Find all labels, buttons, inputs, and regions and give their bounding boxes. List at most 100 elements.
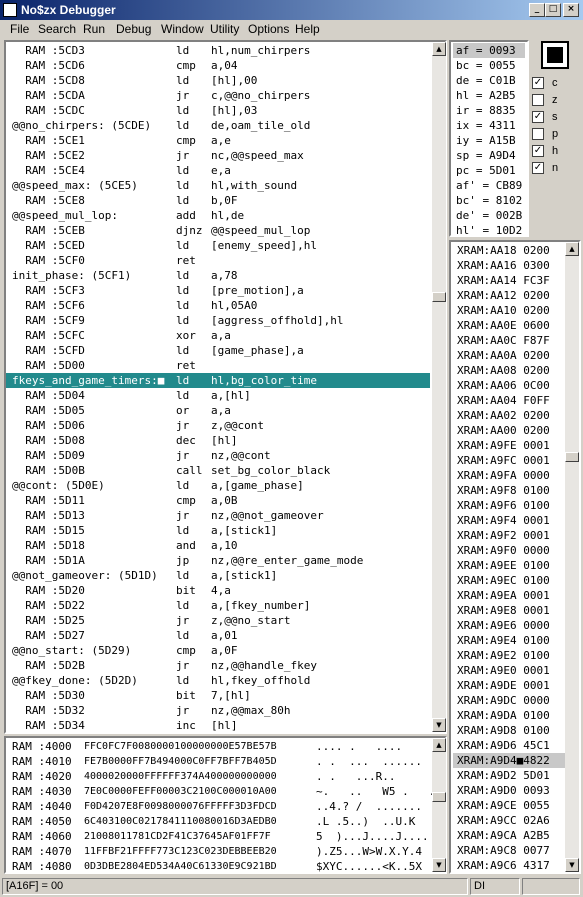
- stack-pane[interactable]: XRAM:AA18 0200 XRAM:AA16 0300 XRAM:AA14 FC…: [449, 240, 581, 874]
- disasm-row[interactable]: RAM :5CE1 cmp a,e: [6, 133, 430, 148]
- stack-entry[interactable]: XRAM:A9F0 0000: [453, 543, 565, 558]
- disasm-row[interactable]: RAM :5CE2 jr nc,@@speed_max: [6, 148, 430, 163]
- disasm-row[interactable]: @@cont: (5D0E) ld a,[game_phase]: [6, 478, 430, 493]
- stack-entry[interactable]: XRAM:A9EC 0100: [453, 573, 565, 588]
- disasm-row[interactable]: RAM :5D04 ld a,[hl]: [6, 388, 430, 403]
- hexdump-row[interactable]: RAM :4020 4000020000FFFFFF374A40000000000…: [6, 769, 430, 784]
- stack-entry[interactable]: XRAM:A9CE 0055: [453, 798, 565, 813]
- stack-entry[interactable]: XRAM:A9C6 4317: [453, 858, 565, 872]
- scroll-up-arrow-icon[interactable]: ▲: [565, 242, 579, 256]
- stack-entry[interactable]: XRAM:A9DC 0000: [453, 693, 565, 708]
- disasm-row[interactable]: RAM :5D2B jr nz,@@handle_fkey: [6, 658, 430, 673]
- close-button[interactable]: ×: [563, 3, 579, 17]
- menu-debug[interactable]: Debug: [116, 20, 151, 39]
- flag-checkbox[interactable]: ✓: [532, 162, 544, 174]
- disasm-row[interactable]: RAM :5CDA jr c,@@no_chirpers: [6, 88, 430, 103]
- menu-run[interactable]: Run: [83, 20, 105, 39]
- disasm-row[interactable]: RAM :5D34 inc [hl]: [6, 718, 430, 732]
- stack-entry[interactable]: XRAM:A9F6 0100: [453, 498, 565, 513]
- disasm-row[interactable]: RAM :5CF9 ld [aggress_offhold],hl: [6, 313, 430, 328]
- disassembly-pane[interactable]: RAM :5CD3 ld hl,num_chirpers RAM :5CD6 cmp a…: [4, 40, 447, 734]
- disasm-row[interactable]: RAM :5CF0 ret: [6, 253, 430, 268]
- menu-utility[interactable]: Utility: [210, 20, 239, 39]
- stack-entry[interactable]: XRAM:A9EE 0100: [453, 558, 565, 573]
- disasm-row[interactable]: RAM :5CD8 ld [hl],00: [6, 73, 430, 88]
- disasm-row[interactable]: init_phase: (5CF1) ld a,78: [6, 268, 430, 283]
- flag-checkbox[interactable]: ✓: [532, 111, 544, 123]
- disasm-row[interactable]: RAM :5CDC ld [hl],03: [6, 103, 430, 118]
- minimize-button[interactable]: _: [529, 3, 545, 17]
- disasm-row[interactable]: RAM :5CFD ld [game_phase],a: [6, 343, 430, 358]
- register-value[interactable]: hl = A2B5: [456, 88, 516, 103]
- register-value[interactable]: sp = A9D4: [456, 148, 516, 163]
- stack-entry[interactable]: XRAM:A9D2 5D01: [453, 768, 565, 783]
- stack-entry[interactable]: XRAM:AA0A 0200: [453, 348, 565, 363]
- hexdump-row[interactable]: RAM :4010 FE7B0000FF7B494000C0FF7BFF7B405…: [6, 754, 430, 769]
- disasm-row[interactable]: RAM :5D08 dec [hl]: [6, 433, 430, 448]
- stack-entry[interactable]: XRAM:AA16 0300: [453, 258, 565, 273]
- disasm-row[interactable]: RAM :5D20 bit 4,a: [6, 583, 430, 598]
- registers-pane[interactable]: af = 0093 bc = 0055 de = C01B hl = A2B5 ir =…: [449, 40, 529, 237]
- disasm-row[interactable]: RAM :5D15 ld a,[stick1]: [6, 523, 430, 538]
- disasm-row[interactable]: RAM :5CD3 ld hl,num_chirpers: [6, 43, 430, 58]
- disasm-row[interactable]: RAM :5CE4 ld e,a: [6, 163, 430, 178]
- maximize-button[interactable]: □: [545, 3, 561, 17]
- stack-entry[interactable]: XRAM:A9D4■4822: [453, 753, 565, 768]
- stack-entry[interactable]: XRAM:AA04 F0FF: [453, 393, 565, 408]
- stack-entry[interactable]: XRAM:AA0C F87F: [453, 333, 565, 348]
- stack-entry[interactable]: XRAM:AA08 0200: [453, 363, 565, 378]
- disasm-row[interactable]: RAM :5D00 ret: [6, 358, 430, 373]
- stack-entry[interactable]: XRAM:AA02 0200: [453, 408, 565, 423]
- stack-entry[interactable]: XRAM:A9E8 0001: [453, 603, 565, 618]
- menu-help[interactable]: Help: [295, 20, 320, 39]
- stack-scrollbar[interactable]: ▲ ▼: [565, 242, 579, 872]
- disasm-row[interactable]: @@speed_max: (5CE5) ld hl,with_sound: [6, 178, 430, 193]
- disassembly-scrollbar[interactable]: ▲ ▼: [432, 42, 446, 732]
- register-value[interactable]: pc = 5D01: [456, 163, 516, 178]
- stack-entry[interactable]: XRAM:AA10 0200: [453, 303, 565, 318]
- disasm-row[interactable]: RAM :5D1A jp nz,@@re_enter_game_mode: [6, 553, 430, 568]
- stack-entry[interactable]: XRAM:A9E0 0001: [453, 663, 565, 678]
- register-value[interactable]: bc = 0055: [456, 58, 516, 73]
- stack-entry[interactable]: XRAM:A9F2 0001: [453, 528, 565, 543]
- disasm-row[interactable]: RAM :5D09 jr nz,@@cont: [6, 448, 430, 463]
- hexdump-scrollbar[interactable]: ▲ ▼: [432, 738, 446, 872]
- register-value[interactable]: de = C01B: [456, 73, 516, 88]
- disasm-row[interactable]: RAM :5D13 jr nz,@@not_gameover: [6, 508, 430, 523]
- hexdump-row[interactable]: RAM :4060 21008011781CD2F41C37645AF01FF7F…: [6, 829, 430, 844]
- register-value[interactable]: de' = 002B: [456, 208, 522, 223]
- hexdump-pane[interactable]: RAM :4000 FFC0FC7F0080000100000000E57BE57…: [4, 736, 447, 874]
- hexdump-row[interactable]: RAM :4000 FFC0FC7F0080000100000000E57BE57…: [6, 739, 430, 754]
- stack-entry[interactable]: XRAM:A9F8 0100: [453, 483, 565, 498]
- disasm-row[interactable]: RAM :5CEB djnz @@speed_mul_lop: [6, 223, 430, 238]
- hexdump-row[interactable]: RAM :4070 11FFBF21FFFF773C123C023DEBBEEB2…: [6, 844, 430, 859]
- disasm-row[interactable]: RAM :5D05 or a,a: [6, 403, 430, 418]
- menu-search[interactable]: Search: [38, 20, 76, 39]
- stack-entry[interactable]: XRAM:AA14 FC3F: [453, 273, 565, 288]
- menu-window[interactable]: Window: [161, 20, 204, 39]
- stack-entry[interactable]: XRAM:A9FA 0000: [453, 468, 565, 483]
- stack-entry[interactable]: XRAM:AA0E 0600: [453, 318, 565, 333]
- disasm-row[interactable]: RAM :5D06 jr z,@@cont: [6, 418, 430, 433]
- stack-entry[interactable]: XRAM:A9C8 0077: [453, 843, 565, 858]
- register-value[interactable]: ir = 8835: [456, 103, 516, 118]
- flag-checkbox[interactable]: ✓: [532, 77, 544, 89]
- stack-entry[interactable]: XRAM:A9E2 0100: [453, 648, 565, 663]
- hexdump-row[interactable]: RAM :4050 6C403100C0217841110080016D3AEDB…: [6, 814, 430, 829]
- stack-entry[interactable]: XRAM:A9D0 0093: [453, 783, 565, 798]
- stack-entry[interactable]: XRAM:AA12 0200: [453, 288, 565, 303]
- disasm-row[interactable]: RAM :5D30 bit 7,[hl]: [6, 688, 430, 703]
- disasm-row[interactable]: RAM :5CD6 cmp a,04: [6, 58, 430, 73]
- disasm-row[interactable]: @@not_gameover: (5D1D) ld a,[stick1]: [6, 568, 430, 583]
- scroll-down-arrow-icon[interactable]: ▼: [432, 718, 446, 732]
- disasm-row[interactable]: RAM :5D32 jr nz,@@max_80h: [6, 703, 430, 718]
- stack-entry[interactable]: XRAM:A9FC 0001: [453, 453, 565, 468]
- scroll-up-arrow-icon[interactable]: ▲: [432, 42, 446, 56]
- scroll-up-arrow-icon[interactable]: ▲: [432, 738, 446, 752]
- scroll-down-arrow-icon[interactable]: ▼: [565, 858, 579, 872]
- disasm-row[interactable]: RAM :5D27 ld a,01: [6, 628, 430, 643]
- stack-entry[interactable]: XRAM:A9D8 0100: [453, 723, 565, 738]
- register-value[interactable]: af = 0093: [453, 43, 525, 58]
- stack-entry[interactable]: XRAM:A9E6 0000: [453, 618, 565, 633]
- stack-entry[interactable]: XRAM:AA06 0C00: [453, 378, 565, 393]
